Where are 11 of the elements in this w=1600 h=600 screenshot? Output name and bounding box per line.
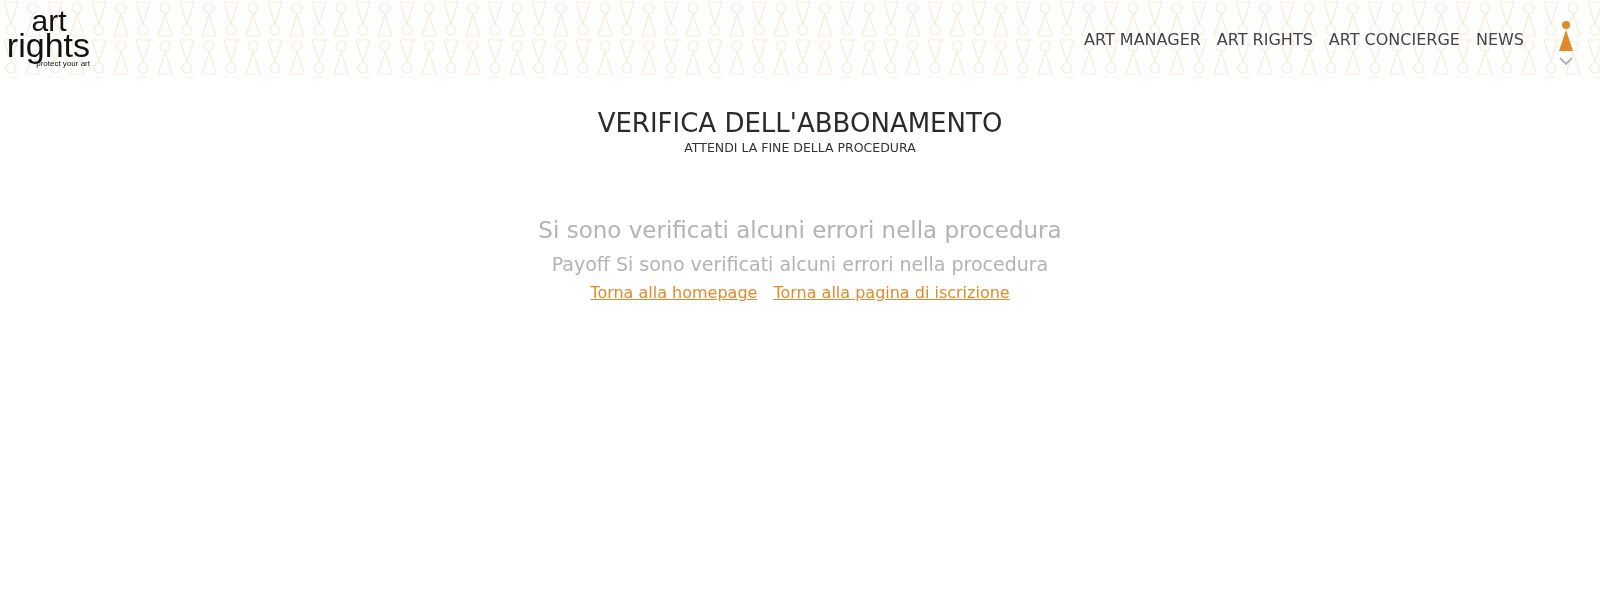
logo-text[interactable]: art [31,9,67,33]
user-icon[interactable] [1558,21,1574,51]
nav-link[interactable]: ART MANAGER [1084,29,1201,49]
error-message: Si sono verificati alcuni errori nella procedura [538,217,1062,243]
page-title: VERIFICA DELL'ABBONAMENTO [597,108,1003,138]
nav-link[interactable]: ART CONCIERGE [1328,29,1460,49]
nav-link[interactable]: NEWS [1475,29,1524,49]
payoff-message: Payoff Si sono verificati alcuni errori nella procedura [551,253,1049,275]
chevron-down-icon[interactable] [1559,57,1573,65]
nav-link[interactable]: ART RIGHTS [1216,29,1313,49]
page-subtitle: ATTENDI LA FINE DELLA PROCEDURA [684,140,916,155]
